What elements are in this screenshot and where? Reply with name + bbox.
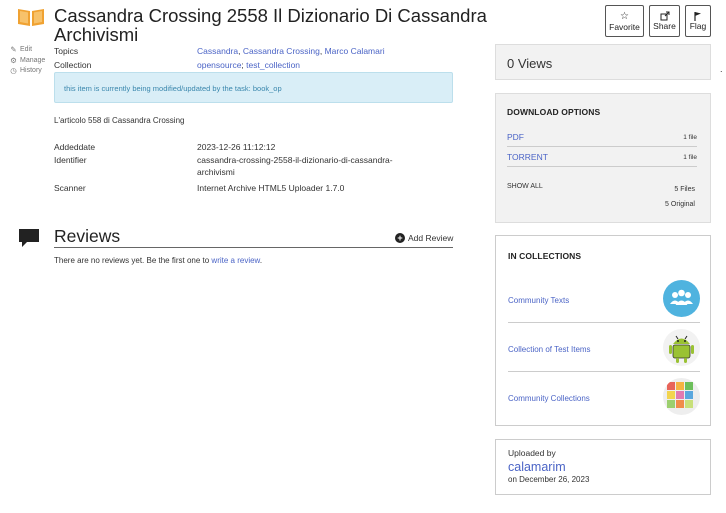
- collection-link[interactable]: test_collection: [246, 60, 300, 70]
- pencil-icon: ✎: [10, 45, 17, 54]
- upload-date: on December 26, 2023: [508, 475, 590, 484]
- collection-key: Collection: [54, 60, 92, 70]
- collection-item-link[interactable]: Community Collections: [508, 394, 590, 403]
- favorite-label: Favorite: [609, 21, 640, 32]
- task-notice: this item is currently being modified/up…: [54, 72, 453, 103]
- collection-item[interactable]: Community Texts: [508, 274, 700, 323]
- topic-link[interactable]: Cassandra: [197, 46, 238, 56]
- topic-link[interactable]: Marco Calamari: [325, 46, 385, 56]
- people-group-icon: [663, 280, 700, 317]
- plus-circle-icon: +: [395, 233, 405, 243]
- download-option-torrent[interactable]: TORRENT 1 file: [507, 149, 697, 167]
- collection-item[interactable]: Community Collections: [508, 372, 700, 421]
- gear-icon: ⚙: [10, 55, 17, 65]
- in-collections-heading: IN COLLECTIONS: [508, 251, 582, 261]
- flag-button[interactable]: Flag: [685, 5, 711, 37]
- add-review-label: Add Review: [408, 233, 454, 243]
- flag-icon: [694, 12, 701, 21]
- favorite-button[interactable]: ☆ Favorite: [605, 5, 644, 37]
- addeddate-key: Addeddate: [54, 142, 96, 152]
- flag-label: Flag: [689, 21, 707, 31]
- uploaded-by-label: Uploaded by: [508, 448, 556, 458]
- collection-item-link[interactable]: Collection of Test Items: [508, 345, 591, 354]
- edit-label: Edit: [20, 46, 33, 53]
- identifier-value-line2: archivismi: [197, 167, 235, 177]
- collection-value: opensource; test_collection: [197, 60, 301, 70]
- colorful-mosaic-icon: [663, 378, 700, 415]
- share-button[interactable]: Share: [649, 5, 680, 37]
- original-count: 5 Original: [665, 201, 695, 208]
- download-options-heading: DOWNLOAD OPTIONS: [507, 107, 601, 117]
- share-label: Share: [653, 21, 676, 31]
- history-label: History: [20, 67, 42, 74]
- files-count: 5 Files: [674, 186, 695, 193]
- edit-action[interactable]: ✎ Edit: [9, 45, 53, 56]
- scanner-key: Scanner: [54, 183, 86, 193]
- download-options-panel: DOWNLOAD OPTIONS PDF 1 file TORRENT 1 fi…: [495, 93, 711, 223]
- in-collections-panel: IN COLLECTIONS Community Texts Collectio…: [495, 235, 711, 426]
- add-review-button[interactable]: + Add Review: [395, 233, 453, 243]
- speech-bubble-icon: [19, 229, 39, 247]
- topics-value: Cassandra, Cassandra Crossing, Marco Cal…: [197, 46, 385, 56]
- show-all-link[interactable]: SHOW ALL: [507, 183, 543, 190]
- topic-link[interactable]: Cassandra Crossing: [243, 46, 320, 56]
- history-action[interactable]: ◷ History: [9, 66, 53, 77]
- collection-item[interactable]: Collection of Test Items: [508, 323, 700, 372]
- item-description: L'articolo 558 di Cassandra Crossing: [54, 116, 185, 125]
- android-robot-icon: [663, 329, 700, 366]
- book-icon: [18, 9, 44, 26]
- reviews-divider: [54, 247, 453, 248]
- pdf-file-count: 1 file: [683, 134, 697, 141]
- star-icon: ☆: [620, 10, 629, 22]
- clock-icon: ◷: [10, 66, 17, 75]
- identifier-value-line1: cassandra-crossing-2558-il-dizionario-di…: [197, 155, 393, 165]
- topics-key: Topics: [54, 46, 79, 56]
- manage-action[interactable]: ⚙ Manage: [9, 56, 53, 67]
- scanner-value: Internet Archive HTML5 Uploader 1.7.0: [197, 183, 345, 193]
- pdf-link[interactable]: PDF: [507, 132, 524, 142]
- manage-label: Manage: [20, 56, 46, 64]
- collection-link[interactable]: opensource: [197, 60, 241, 70]
- addeddate-value: 2023-12-26 11:12:12: [197, 142, 276, 152]
- uploader-link[interactable]: calamarim: [508, 460, 698, 474]
- edge-mark: .: [720, 64, 723, 74]
- reviews-empty-message: There are no reviews yet. Be the first o…: [54, 256, 262, 265]
- views-count: 0 Views: [495, 44, 711, 80]
- page-title: Cassandra Crossing 2558 Il Dizionario Di…: [54, 5, 487, 45]
- share-icon: [660, 11, 669, 21]
- torrent-link[interactable]: TORRENT: [507, 152, 548, 162]
- item-side-actions: ✎ Edit ⚙ Manage ◷ History: [9, 45, 53, 77]
- reviews-empty-end: .: [259, 256, 263, 265]
- download-option-pdf[interactable]: PDF 1 file: [507, 129, 697, 147]
- reviews-empty-text: There are no reviews yet. Be the first o…: [54, 256, 212, 265]
- write-review-link[interactable]: write a review: [211, 256, 259, 265]
- collection-item-link[interactable]: Community Texts: [508, 296, 569, 305]
- identifier-key: Identifier: [54, 155, 87, 165]
- uploaded-by-panel: Uploaded by calamarim on December 26, 20…: [495, 439, 711, 495]
- torrent-file-count: 1 file: [683, 154, 697, 161]
- reviews-heading: Reviews: [54, 226, 121, 246]
